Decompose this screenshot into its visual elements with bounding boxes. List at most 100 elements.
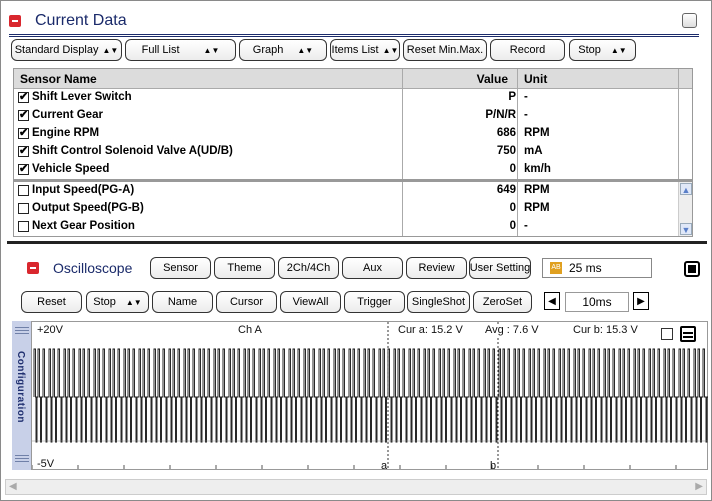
oscilloscope-title: Oscilloscope <box>53 260 133 276</box>
sensor-table: Sensor Name Value Unit Shift Lever Switc… <box>13 68 693 237</box>
trigger-button[interactable]: Trigger <box>344 291 405 313</box>
sensor-name: Shift Control Solenoid Valve A(UD/B) <box>32 145 233 157</box>
row-checkbox[interactable] <box>18 108 29 122</box>
y-top-label: +20V <box>37 324 63 336</box>
time-div-field[interactable]: 10ms <box>565 292 629 312</box>
table-row[interactable]: Engine RPM 686 RPM <box>14 125 692 143</box>
table-row[interactable]: Current Gear P/N/R - <box>14 107 692 125</box>
maximize-button[interactable] <box>682 13 697 28</box>
row-checkbox[interactable] <box>18 162 29 176</box>
sensor-unit: mA <box>524 145 543 157</box>
user-setting-button[interactable]: User Setting <box>469 257 531 279</box>
scroll-left-icon[interactable]: ◀ <box>9 481 17 492</box>
sensor-name-cell: Output Speed(PG-B) <box>18 202 144 214</box>
cursor-b-marker[interactable]: b <box>490 460 496 472</box>
col-divider <box>402 69 403 88</box>
fixed-rows: Shift Lever Switch P - Current Gear P/N/… <box>14 89 692 179</box>
reset-button[interactable]: Reset <box>21 291 82 313</box>
layout-icon[interactable] <box>680 326 696 342</box>
cursor-a-marker[interactable]: a <box>381 460 387 472</box>
signal-trace <box>33 348 708 443</box>
panel-divider[interactable] <box>7 241 707 244</box>
channel-button[interactable]: 2Ch/4Ch <box>278 257 339 279</box>
row-checkbox[interactable] <box>18 184 29 196</box>
row-checkbox[interactable] <box>18 144 29 158</box>
grip-line <box>15 455 29 456</box>
stop-select[interactable]: Stop ▲▼ <box>569 39 636 61</box>
row-checkbox[interactable] <box>18 90 29 104</box>
collapse-icon[interactable] <box>9 15 21 27</box>
col-divider <box>517 182 518 200</box>
sensor-name-cell: Shift Control Solenoid Valve A(UD/B) <box>18 144 233 158</box>
table-row[interactable]: Shift Lever Switch P - <box>14 89 692 107</box>
sensor-value: 0 <box>509 220 516 232</box>
col-divider <box>517 107 518 125</box>
time-decrease-icon[interactable]: ◀ <box>544 292 560 310</box>
graph-select[interactable]: Graph ▲▼ <box>239 39 327 61</box>
updown-icon: ▲▼ <box>203 45 220 55</box>
theme-button[interactable]: Theme <box>214 257 275 279</box>
col-divider <box>678 107 679 125</box>
col-divider <box>678 143 679 161</box>
horizontal-scrollbar[interactable]: ◀ ▶ <box>5 479 707 495</box>
reset-minmax-button[interactable]: Reset Min.Max. <box>403 39 487 61</box>
configuration-tab[interactable]: Configuration <box>12 321 32 470</box>
updown-icon: ▲▼ <box>125 297 142 307</box>
stop-icon[interactable] <box>684 261 700 277</box>
col-divider <box>678 161 679 179</box>
scroll-right-icon[interactable]: ▶ <box>695 481 703 492</box>
sensor-name: Engine RPM <box>32 127 100 139</box>
grip-line <box>15 333 29 334</box>
grip-line <box>15 461 29 462</box>
table-row[interactable]: Vehicle Speed 0 km/h <box>14 161 692 179</box>
col-divider <box>402 182 403 200</box>
sensor-value: P/N/R <box>485 109 516 121</box>
table-scrollbar[interactable]: ▲ ▼ <box>678 182 692 236</box>
viewall-button[interactable]: ViewAll <box>280 291 341 313</box>
waveform <box>32 322 708 469</box>
timebase-icon: AB <box>550 262 562 274</box>
header-underline <box>9 34 699 35</box>
cursor-button[interactable]: Cursor <box>216 291 277 313</box>
table-row[interactable]: Output Speed(PG-B) 0 RPM <box>14 200 692 218</box>
scroll-up-icon[interactable]: ▲ <box>680 183 692 195</box>
col-divider <box>402 218 403 236</box>
current-data-header: Current Data <box>9 10 127 32</box>
standard-display-select[interactable]: Standard Display ▲▼ <box>11 39 122 61</box>
name-button[interactable]: Name <box>152 291 213 313</box>
review-button[interactable]: Review <box>406 257 467 279</box>
col-divider <box>517 89 518 107</box>
row-checkbox[interactable] <box>18 220 29 232</box>
table-row[interactable]: Next Gear Position 0 - <box>14 218 692 236</box>
sensor-unit: RPM <box>524 127 550 139</box>
sensor-value: P <box>508 91 516 103</box>
col-divider <box>517 200 518 218</box>
sensor-name: Shift Lever Switch <box>32 91 132 103</box>
sensor-name: Vehicle Speed <box>32 163 110 175</box>
updown-icon: ▲▼ <box>382 45 399 55</box>
sensor-name-cell: Next Gear Position <box>18 220 135 232</box>
aux-button[interactable]: Aux <box>342 257 403 279</box>
sensor-button[interactable]: Sensor <box>150 257 211 279</box>
table-row[interactable]: Input Speed(PG-A) 649 RPM <box>14 182 692 200</box>
scroll-down-icon[interactable]: ▼ <box>680 223 692 235</box>
full-list-select[interactable]: Full List ▲▼ <box>125 39 236 61</box>
row-checkbox[interactable] <box>18 202 29 214</box>
items-list-select[interactable]: Items List ▲▼ <box>330 39 400 61</box>
zeroset-button[interactable]: ZeroSet <box>473 291 532 313</box>
average-readout: Avg : 7.6 V <box>485 324 539 336</box>
sensor-value: 0 <box>509 163 516 175</box>
row-checkbox[interactable] <box>18 126 29 140</box>
record-button[interactable]: Record <box>490 39 565 61</box>
col-divider <box>402 200 403 218</box>
updown-icon: ▲▼ <box>102 45 119 55</box>
oscilloscope-header: Oscilloscope <box>27 260 132 276</box>
time-increase-icon[interactable]: ▶ <box>633 292 649 310</box>
table-row[interactable]: Shift Control Solenoid Valve A(UD/B) 750… <box>14 143 692 161</box>
col-divider <box>402 89 403 107</box>
singleshot-button[interactable]: SingleShot <box>407 291 470 313</box>
checkbox-icon[interactable] <box>661 328 673 340</box>
scope-stop-select[interactable]: Stop ▲▼ <box>86 291 149 313</box>
col-divider <box>517 125 518 143</box>
collapse-icon[interactable] <box>27 262 39 274</box>
